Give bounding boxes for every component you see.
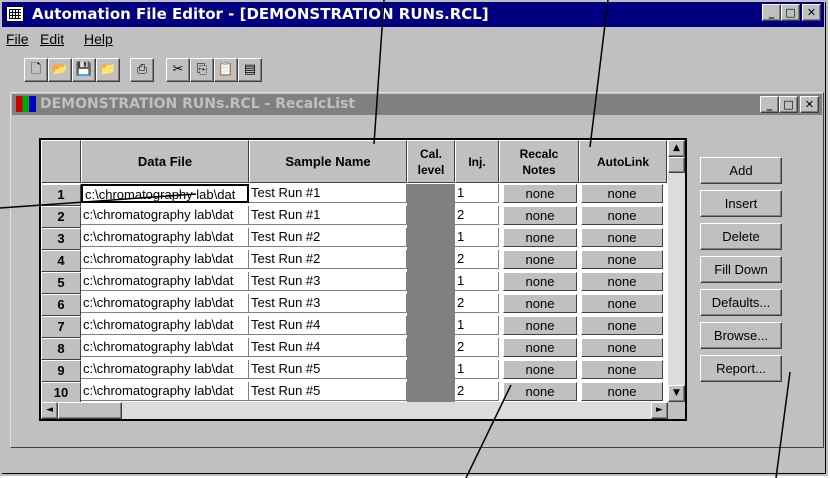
callout-line-autolink (589, 0, 609, 148)
callout-line-sample-name (373, 0, 385, 145)
callout-line-data-file (0, 193, 197, 209)
callout-lines (0, 0, 791, 478)
callout-line-recalc-notes (465, 384, 512, 478)
callout-line-report (775, 371, 791, 478)
